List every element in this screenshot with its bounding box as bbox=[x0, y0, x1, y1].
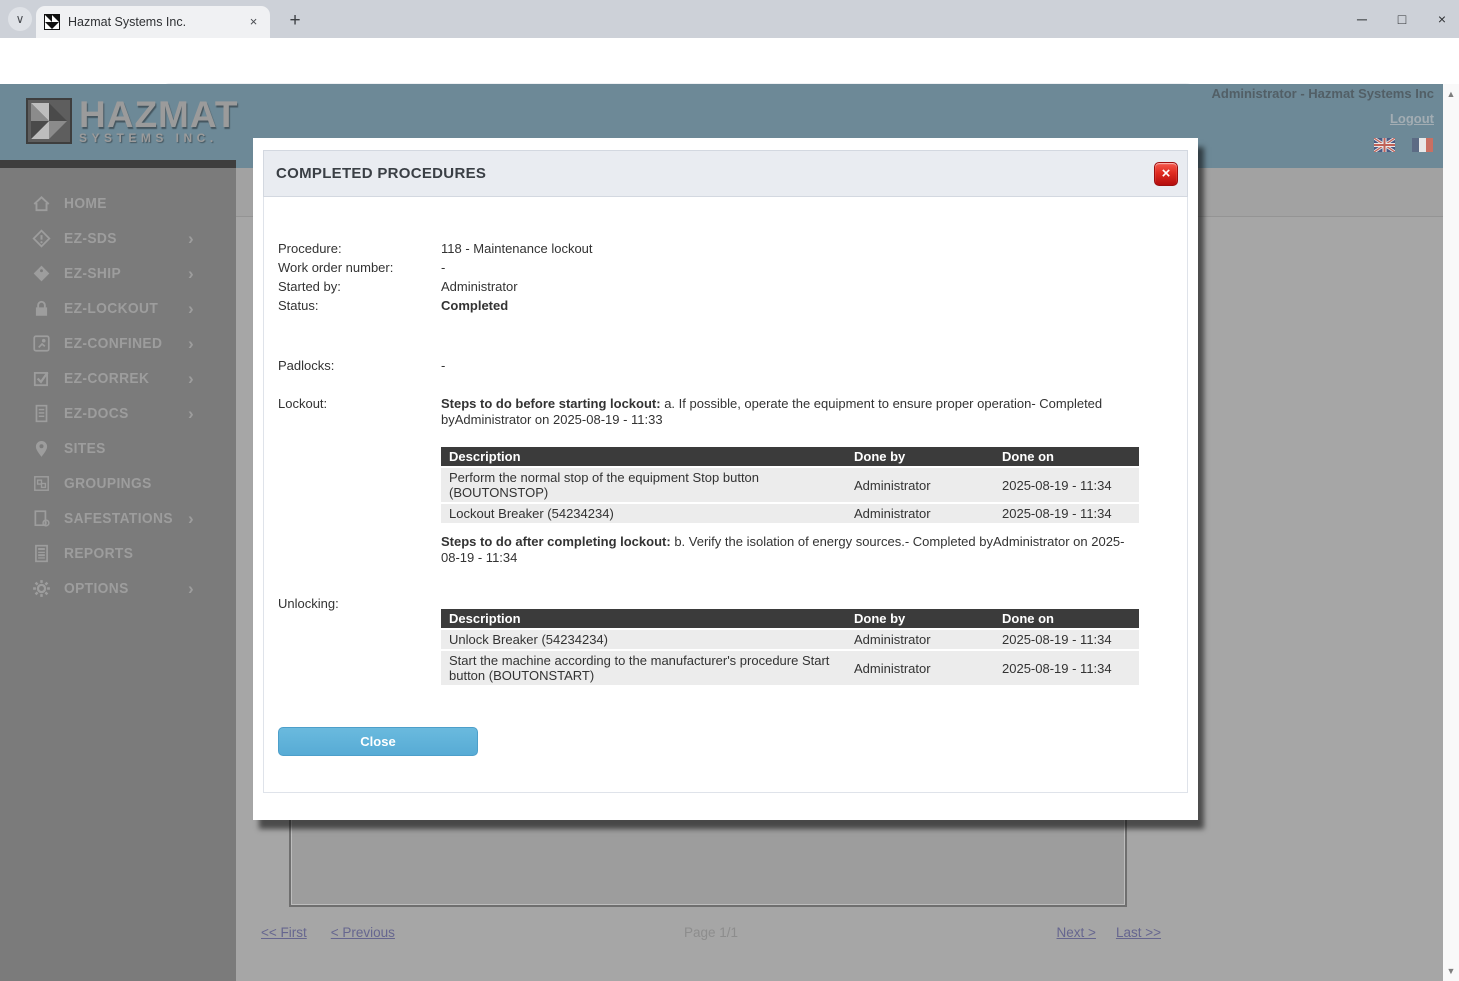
browser-tab[interactable]: Hazmat Systems Inc. × bbox=[36, 6, 270, 38]
field-started-by: Started by: Administrator bbox=[278, 277, 1173, 296]
field-status: Status: Completed bbox=[278, 296, 1173, 315]
page-scrollbar[interactable]: ▲ ▼ bbox=[1443, 84, 1459, 981]
sidebar-item-safestations[interactable]: SAFESTATIONS › bbox=[0, 501, 236, 536]
chevron-right-icon: › bbox=[188, 369, 194, 389]
sidebar-item-groupings[interactable]: GROUPINGS bbox=[0, 466, 236, 501]
sidebar-item-ez-correk[interactable]: EZ-CORREK › bbox=[0, 361, 236, 396]
brand-logo-block: HAZMAT SYSTEMS INC. bbox=[26, 98, 238, 145]
pagination-page-label: Page 1/1 bbox=[261, 925, 1161, 940]
chevron-right-icon: › bbox=[188, 509, 194, 529]
tab-title: Hazmat Systems Inc. bbox=[68, 15, 245, 29]
pagination-bar: << First < Previous Page 1/1 Next > Last… bbox=[261, 925, 1161, 943]
browser-tab-strip: ∨ Hazmat Systems Inc. × + ─ □ × bbox=[0, 0, 1459, 38]
completed-procedures-modal: COMPLETED PROCEDURES × Procedure: 118 - … bbox=[253, 138, 1198, 820]
padlocks-value: - bbox=[441, 356, 445, 375]
brand-title: HAZMAT bbox=[79, 98, 238, 131]
pagination-next-link[interactable]: Next > bbox=[1057, 925, 1096, 940]
tab-close-icon[interactable]: × bbox=[245, 14, 262, 31]
home-icon bbox=[31, 194, 51, 214]
lockout-steps-table: Description Done by Done on Perform the … bbox=[441, 447, 1139, 525]
sidebar-item-ez-sds[interactable]: EZ-SDS › bbox=[0, 221, 236, 256]
window-controls: ─ □ × bbox=[1355, 0, 1449, 38]
diamond-icon bbox=[31, 264, 51, 284]
confined-space-icon bbox=[31, 334, 51, 354]
window-minimize-icon[interactable]: ─ bbox=[1355, 11, 1369, 27]
english-flag-icon[interactable] bbox=[1374, 138, 1395, 152]
sidebar-top-accent bbox=[0, 160, 236, 168]
logged-in-user-label: Administrator - Hazmat Systems Inc bbox=[1211, 86, 1434, 101]
work-order-value: - bbox=[441, 258, 445, 277]
status-value: Completed bbox=[441, 296, 508, 315]
chevron-right-icon: › bbox=[188, 299, 194, 319]
checkbox-icon bbox=[31, 369, 51, 389]
grouping-icon bbox=[31, 474, 51, 494]
pagination-last-link[interactable]: Last >> bbox=[1116, 925, 1161, 940]
diamond-alert-icon bbox=[31, 229, 51, 249]
brand-subtitle: SYSTEMS INC. bbox=[79, 131, 238, 145]
map-pin-icon bbox=[31, 439, 51, 459]
chevron-right-icon: › bbox=[188, 264, 194, 284]
site-favicon bbox=[44, 14, 60, 30]
sidebar-item-ez-ship[interactable]: EZ-SHIP › bbox=[0, 256, 236, 291]
close-button[interactable]: Close bbox=[278, 727, 478, 756]
chevron-right-icon: › bbox=[188, 334, 194, 354]
unlocking-label: Unlocking: bbox=[278, 596, 441, 687]
modal-body: Procedure: 118 - Maintenance lockout Wor… bbox=[263, 197, 1188, 793]
new-tab-button[interactable]: + bbox=[282, 8, 308, 34]
modal-title: COMPLETED PROCEDURES bbox=[276, 165, 1154, 182]
procedure-value: 118 - Maintenance lockout bbox=[441, 239, 593, 258]
sidebar-item-ez-docs[interactable]: EZ-DOCS › bbox=[0, 396, 236, 431]
table-row: Perform the normal stop of the equipment… bbox=[441, 467, 1139, 503]
field-procedure: Procedure: 118 - Maintenance lockout bbox=[278, 239, 1173, 258]
sidebar-item-options[interactable]: OPTIONS › bbox=[0, 571, 236, 606]
after-steps-text: Steps to do after completing lockout: b.… bbox=[441, 534, 1141, 565]
document-icon bbox=[31, 404, 51, 424]
modal-titlebar: COMPLETED PROCEDURES × bbox=[263, 150, 1188, 197]
before-steps-text: Steps to do before starting lockout: a. … bbox=[441, 396, 1151, 427]
lockout-section: Lockout: Steps to do before starting loc… bbox=[278, 396, 1173, 525]
gear-icon bbox=[31, 579, 51, 599]
unlocking-section: Unlocking: Description Done by Done on U… bbox=[278, 596, 1173, 687]
chevron-right-icon: › bbox=[188, 579, 194, 599]
safestation-icon bbox=[31, 509, 51, 529]
tab-search-chevron-icon[interactable]: ∨ bbox=[8, 7, 32, 31]
logout-link[interactable]: Logout bbox=[1390, 111, 1434, 126]
sidebar-item-home[interactable]: HOME bbox=[0, 186, 236, 221]
sidebar-item-ez-confined[interactable]: EZ-CONFINED › bbox=[0, 326, 236, 361]
table-row: Lockout Breaker (54234234) Administrator… bbox=[441, 503, 1139, 524]
browser-toolbar: ← → ↻ ⌂ hazmatsystems.com/ ☆ h H ⋮ bbox=[0, 38, 1459, 84]
chevron-right-icon: › bbox=[188, 404, 194, 424]
scroll-up-icon[interactable]: ▲ bbox=[1443, 86, 1459, 102]
sidebar-item-ez-lockout[interactable]: EZ-LOCKOUT › bbox=[0, 291, 236, 326]
field-padlocks: Padlocks: - bbox=[278, 356, 1173, 375]
lock-icon bbox=[31, 299, 51, 319]
lockout-label: Lockout: bbox=[278, 396, 441, 525]
report-icon bbox=[31, 544, 51, 564]
window-close-icon[interactable]: × bbox=[1435, 11, 1449, 27]
unlocking-steps-table: Description Done by Done on Unlock Break… bbox=[441, 609, 1139, 687]
table-row: Start the machine according to the manuf… bbox=[441, 650, 1139, 686]
window-maximize-icon[interactable]: □ bbox=[1395, 11, 1409, 27]
sidebar-item-sites[interactable]: SITES bbox=[0, 431, 236, 466]
chevron-right-icon: › bbox=[188, 229, 194, 249]
sidebar-item-reports[interactable]: REPORTS bbox=[0, 536, 236, 571]
french-flag-icon[interactable] bbox=[1412, 138, 1433, 152]
sidebar-nav: HOME EZ-SDS › EZ-SHIP › EZ-LOCKOUT › EZ-… bbox=[0, 168, 236, 981]
modal-close-icon[interactable]: × bbox=[1154, 162, 1178, 186]
field-work-order: Work order number: - bbox=[278, 258, 1173, 277]
hazmat-logo-icon bbox=[26, 98, 72, 144]
started-by-value: Administrator bbox=[441, 277, 518, 296]
table-row: Unlock Breaker (54234234) Administrator … bbox=[441, 629, 1139, 650]
scroll-down-icon[interactable]: ▼ bbox=[1443, 963, 1459, 979]
